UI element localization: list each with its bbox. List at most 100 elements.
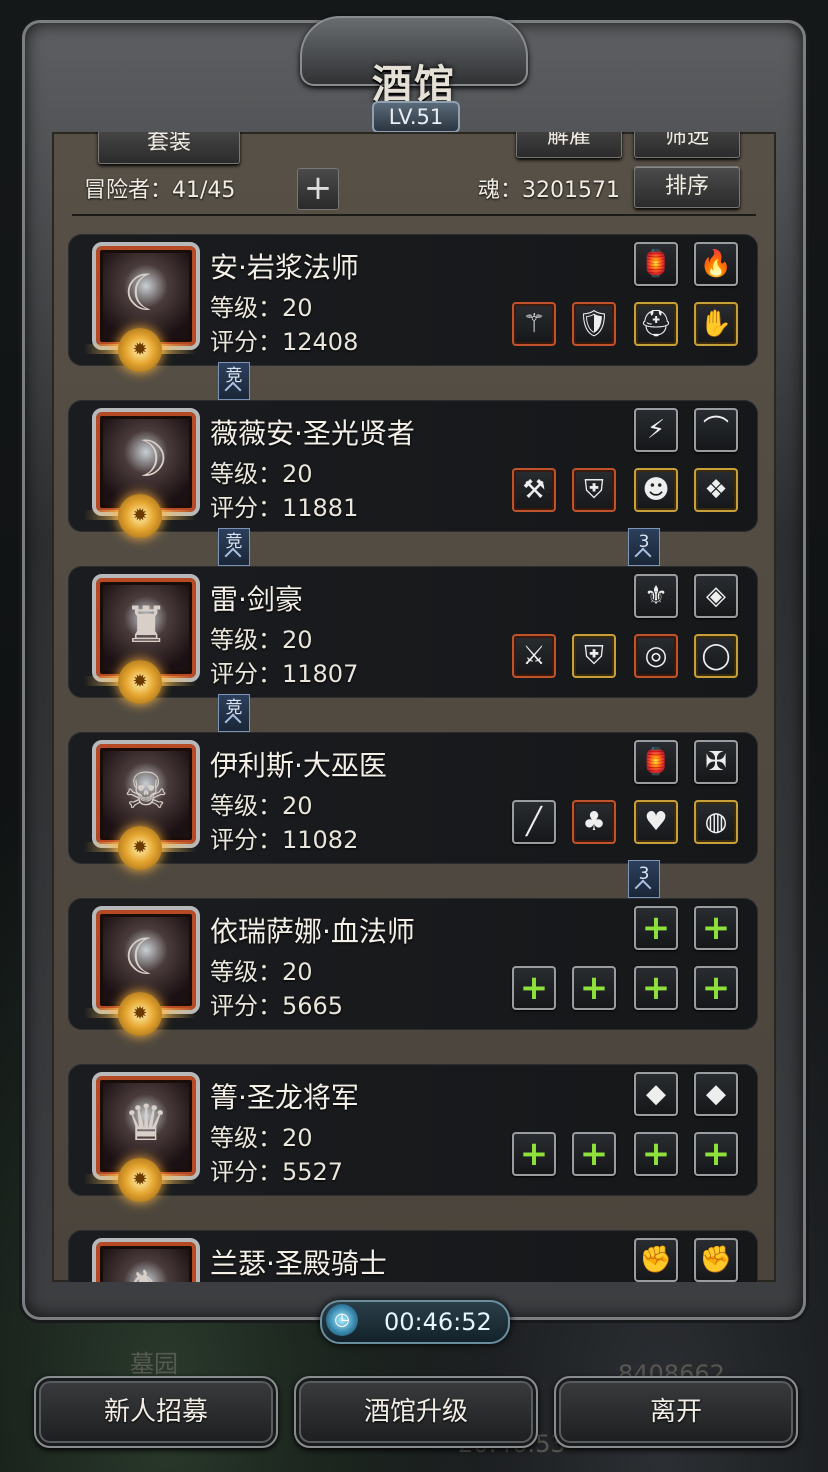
wand-icon[interactable]: ⚡	[634, 408, 678, 452]
crystal-icon[interactable]: ◆	[694, 1072, 738, 1116]
hero-level: 等级：20	[210, 958, 313, 986]
tavern-upgrade-button[interactable]: 酒馆升级	[294, 1376, 538, 1448]
swordsman-portrait-icon: ♜	[123, 596, 169, 654]
plate-armor-icon[interactable]: ⛨	[572, 634, 616, 678]
witch-doctor-portrait-icon: ☠	[123, 762, 169, 820]
tavern-level-badge: LV.51	[372, 101, 460, 133]
rank-medal-icon: ✹	[118, 992, 162, 1036]
hero-portrait: ♞	[92, 1238, 200, 1282]
hero-card-6[interactable]: ♛ ✹ 箐·圣龙将军 等级：20 评分：5527 ◆ ◆ + + + +	[68, 1064, 758, 1202]
rank-medal-icon: ✹	[118, 494, 162, 538]
staff-icon[interactable]: ⚚	[512, 302, 556, 346]
sigil-icon[interactable]: ✠	[694, 740, 738, 784]
adventurer-count: 冒险者：41/45	[84, 178, 236, 203]
add-equipment-icon[interactable]: +	[572, 1132, 616, 1176]
hero-name: 依瑞萨娜·血法师	[210, 915, 415, 948]
hero-name: 兰瑟·圣殿骑士	[210, 1247, 387, 1280]
background-area-label: 墓园	[130, 1350, 178, 1378]
hooded-mage-portrait-icon: ☾	[123, 264, 169, 322]
rank-medal-icon: ✹	[118, 660, 162, 704]
robe-icon[interactable]: ♣	[572, 800, 616, 844]
gauntlet-icon[interactable]: ✋	[694, 302, 738, 346]
bow-icon[interactable]: ⌒	[694, 408, 738, 452]
set-count-tag: 3	[628, 860, 660, 898]
hero-score: 评分：11881	[210, 494, 359, 522]
add-equipment-icon[interactable]: +	[512, 966, 556, 1010]
hero-level: 等级：20	[210, 1124, 313, 1152]
amulet-icon[interactable]: ♥	[634, 800, 678, 844]
header-divider	[72, 214, 756, 216]
green-gem-icon[interactable]: ❖	[694, 468, 738, 512]
hero-card-7[interactable]: ♞ 兰瑟·圣殿骑士 ✊ ✊	[68, 1230, 758, 1282]
soul-count: 魂：3201571	[478, 178, 620, 203]
armor-icon[interactable]: 🛡	[572, 302, 616, 346]
ring-icon[interactable]: ◯	[694, 634, 738, 678]
add-slot-button[interactable]: +	[297, 168, 339, 210]
hero-card-3[interactable]: ♜ ✹ 雷·剑豪 等级：20 评分：11807 ⚜ ◈ ⚔ ⛨ ◎ ◯	[68, 566, 758, 704]
dragon-general-portrait-icon: ♛	[123, 1094, 169, 1152]
templar-portrait-icon: ♞	[96, 1260, 196, 1282]
rank-medal-icon: ✹	[118, 826, 162, 870]
gauntlet-icon[interactable]: ✊	[634, 1238, 678, 1282]
add-equipment-icon[interactable]: +	[694, 906, 738, 950]
hero-level: 等级：20	[210, 626, 313, 654]
gauntlet-icon[interactable]: ✊	[694, 1238, 738, 1282]
hero-card-4[interactable]: ☠ ✹ 伊利斯·大巫医 等级：20 评分：11082 🏮 ✠ ╱ ♣ ♥ ◍	[68, 732, 758, 870]
compete-tag: 竞	[218, 694, 250, 732]
compete-tag: 竞	[218, 528, 250, 566]
timer-text: 00:46:52	[384, 1308, 492, 1336]
hero-score: 评分：12408	[210, 328, 359, 356]
hero-level: 等级：20	[210, 792, 313, 820]
mask-icon[interactable]: ☻	[634, 468, 678, 512]
purple-ring-icon[interactable]: ◍	[694, 800, 738, 844]
hero-name: 伊利斯·大巫医	[210, 749, 387, 782]
blood-mage-portrait-icon: ☾	[123, 928, 169, 986]
hero-card-5[interactable]: ☾ ✹ 依瑞萨娜·血法师 等级：20 评分：5665 + + + + + +	[68, 898, 758, 1036]
helmet-icon[interactable]: ⛑	[634, 302, 678, 346]
add-equipment-icon[interactable]: +	[572, 966, 616, 1010]
green-lantern-icon[interactable]: 🏮	[634, 740, 678, 784]
hero-level: 等级：20	[210, 460, 313, 488]
filter-button[interactable]: 筛选	[634, 132, 740, 158]
hero-score: 评分：5665	[210, 992, 344, 1020]
add-equipment-icon[interactable]: +	[694, 966, 738, 1010]
hero-score: 评分：11082	[210, 826, 359, 854]
lantern-icon[interactable]: 🏮	[634, 242, 678, 286]
hero-name: 安·岩浆法师	[210, 251, 359, 284]
dismiss-button[interactable]: 解雇	[516, 132, 622, 158]
hero-name: 薇薇安·圣光贤者	[210, 417, 415, 450]
blue-charm-icon[interactable]: ◎	[634, 634, 678, 678]
leave-button[interactable]: 离开	[554, 1376, 798, 1448]
hero-score: 评分：11807	[210, 660, 359, 688]
rank-medal-icon: ✹	[118, 1158, 162, 1202]
hammer-icon[interactable]: ⚒	[512, 468, 556, 512]
hero-name: 箐·圣龙将军	[210, 1081, 359, 1114]
add-equipment-icon[interactable]: +	[634, 1132, 678, 1176]
hero-name: 雷·剑豪	[210, 583, 303, 616]
sage-portrait-icon: ☽	[123, 430, 169, 488]
hero-card-1[interactable]: ☾ ✹ 安·岩浆法师 等级：20 评分：12408 🏮 🔥 ⚚ 🛡 ⛑ ✋	[68, 234, 758, 372]
scepter-icon[interactable]: ⚜	[634, 574, 678, 618]
sword-icon[interactable]: ⚔	[512, 634, 556, 678]
rank-medal-icon: ✹	[118, 328, 162, 372]
fire-orb-icon[interactable]: 🔥	[694, 242, 738, 286]
clock-icon: ◷	[326, 1304, 358, 1336]
chest-armor-icon[interactable]: ⛨	[572, 468, 616, 512]
hero-score: 评分：5527	[210, 1158, 344, 1186]
recruit-button[interactable]: 新人招募	[34, 1376, 278, 1448]
add-equipment-icon[interactable]: +	[634, 966, 678, 1010]
rod-icon[interactable]: ╱	[512, 800, 556, 844]
hero-card-2[interactable]: ☽ ✹ 薇薇安·圣光贤者 等级：20 评分：11881 ⚡ ⌒ ⚒ ⛨ ☻ ❖	[68, 400, 758, 538]
tavern-panel: 套装 解雇 筛选 排序 冒险者：41/45 + 魂：3201571 ☾ ✹ 安·…	[52, 132, 776, 1282]
talisman-icon[interactable]: ◈	[694, 574, 738, 618]
add-equipment-icon[interactable]: +	[694, 1132, 738, 1176]
timer-display: ◷ 00:46:52	[320, 1300, 510, 1344]
hero-level: 等级：20	[210, 294, 313, 322]
add-equipment-icon[interactable]: +	[512, 1132, 556, 1176]
sort-button[interactable]: 排序	[634, 166, 740, 208]
compete-tag: 竞	[218, 362, 250, 400]
crystal-icon[interactable]: ◆	[634, 1072, 678, 1116]
add-equipment-icon[interactable]: +	[634, 906, 678, 950]
outfit-button[interactable]: 套装	[98, 132, 240, 164]
set-count-tag: 3	[628, 528, 660, 566]
